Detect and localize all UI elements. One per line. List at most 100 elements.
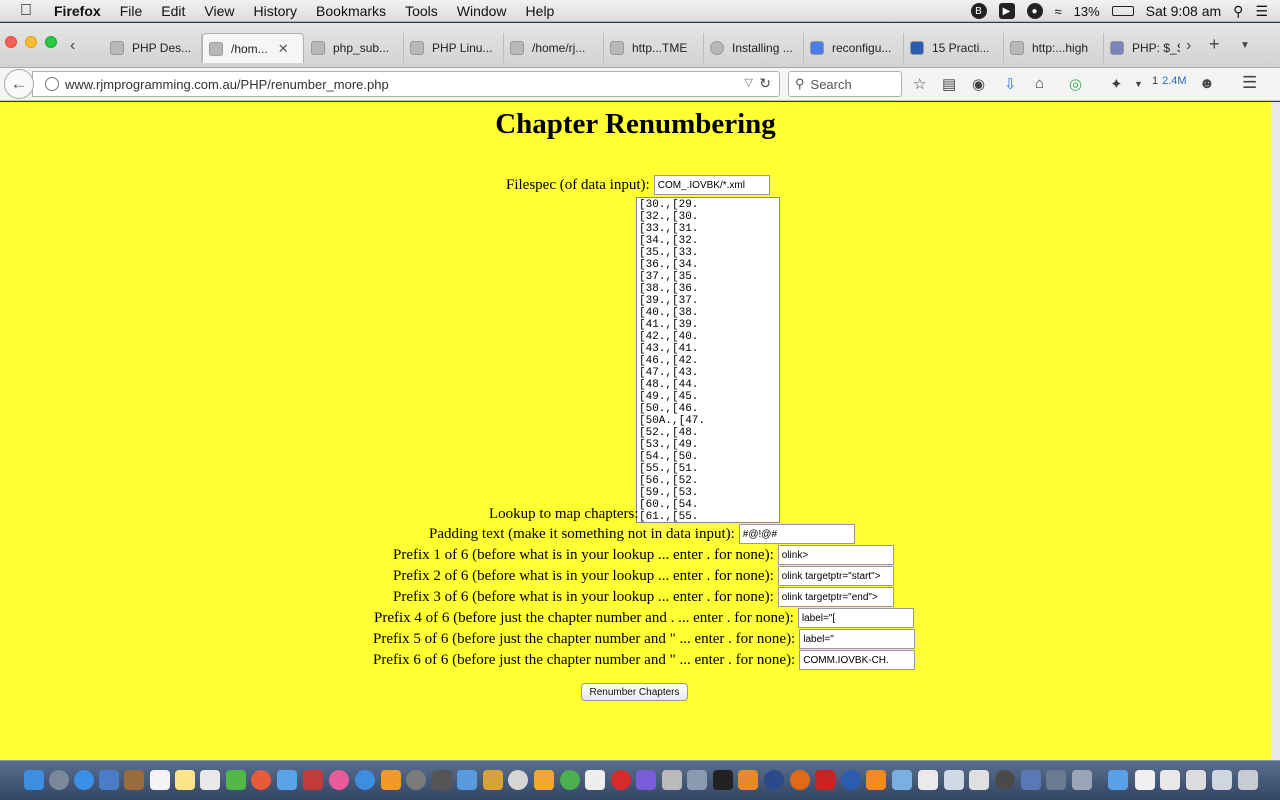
tab-9[interactable]: http:...high [1004,33,1104,63]
xcode-icon[interactable] [457,770,477,790]
home-icon[interactable]: ⌂ [1035,75,1044,92]
list-all-tabs-icon[interactable]: ▼ [1240,40,1250,51]
finder-icon[interactable] [24,770,44,790]
messages-icon[interactable] [226,770,246,790]
documents-stack-icon[interactable] [1135,770,1155,790]
screen-sharing-icon[interactable] [892,770,912,790]
tab-3[interactable]: PHP Linu... [404,33,504,63]
chat-icon[interactable]: ☻ [1199,75,1215,92]
bbedit-icon[interactable] [764,770,784,790]
extension-dropdown-icon[interactable]: ▼ [1134,79,1143,89]
lookup-textarea[interactable]: [30.,[29. [32.,[30. [33.,[31. [34.,[32. … [636,197,780,523]
opera-icon[interactable] [611,770,631,790]
addon-green-icon[interactable]: ◎ [1069,75,1082,93]
url-bar[interactable]: www.rjmprogramming.com.au/PHP/renumber_m… [32,71,780,97]
menu-app-firefox[interactable]: Firefox [54,3,101,19]
extension-icon[interactable]: ✦ [1110,75,1123,93]
vlc-alt-icon[interactable] [534,770,554,790]
minimize-window-button[interactable] [25,36,37,48]
safari-icon[interactable] [74,770,94,790]
menu-help[interactable]: Help [526,3,555,19]
utility-icon[interactable] [432,770,452,790]
terminal-icon[interactable] [713,770,733,790]
back-button[interactable]: ← [4,69,34,99]
page-scrollbar[interactable] [1271,102,1280,760]
battery-icon[interactable] [1111,6,1134,16]
prefix-2-input[interactable] [777,566,894,586]
tab-0[interactable]: PHP Des... [104,33,202,63]
notification-list-icon[interactable]: ☰ [1255,3,1268,20]
package-icon[interactable] [944,770,964,790]
download-icon[interactable]: ⇩ [1004,75,1017,93]
utility-2-icon[interactable] [508,770,528,790]
status-app-icon[interactable]: ▶ [998,3,1015,19]
tab-close-icon[interactable]: ✕ [278,41,289,57]
stack-2-icon[interactable] [1212,770,1232,790]
reload-icon[interactable]: ↻ [759,75,771,92]
menu-file[interactable]: File [120,3,143,19]
tab-6[interactable]: Installing ... [704,33,804,63]
tab-scroll-right-icon[interactable]: › [1186,37,1191,55]
filespec-input[interactable] [653,175,770,195]
calendar-icon[interactable] [150,770,170,790]
spotlight-search-icon[interactable]: ⚲ [1233,3,1243,20]
apple-menu-icon[interactable]:  [20,2,38,20]
renumber-chapters-button[interactable]: Renumber Chapters [581,683,688,701]
tab-7[interactable]: reconfigu... [804,33,904,63]
system-preferences-icon[interactable] [406,770,426,790]
filezilla-alt-icon[interactable] [483,770,503,790]
download-status[interactable]: 1 2.4M [1152,75,1187,87]
tab-8[interactable]: 15 Practi... [904,33,1004,63]
document-icon[interactable] [969,770,989,790]
zoom-window-button[interactable] [45,36,57,48]
chrome-icon[interactable] [560,770,580,790]
pocket-icon[interactable]: ◉ [972,75,985,93]
utility-5-icon[interactable] [995,770,1015,790]
tab-scroll-left-icon[interactable]: ‹ [70,37,75,55]
url-text[interactable]: www.rjmprogramming.com.au/PHP/renumber_m… [65,77,389,92]
menu-view[interactable]: View [204,3,234,19]
menu-edit[interactable]: Edit [161,3,185,19]
utility-6-icon[interactable] [1021,770,1041,790]
script-editor-icon[interactable] [662,770,682,790]
photos-icon[interactable] [251,770,271,790]
utility-3-icon[interactable] [687,770,707,790]
vlc-icon[interactable] [866,770,886,790]
clock[interactable]: Sat 9:08 am [1146,3,1222,19]
itunes-icon[interactable] [329,770,349,790]
tab-1-active[interactable]: /hom... ✕ [202,33,304,63]
search-input[interactable]: ⚲ Search [788,71,902,97]
downloads-stack-icon[interactable] [1160,770,1180,790]
app-store-icon[interactable] [355,770,375,790]
tab-2[interactable]: php_sub... [305,33,404,63]
help-icon[interactable] [918,770,938,790]
new-tab-icon[interactable]: + [1209,34,1220,55]
stack-icon[interactable] [1186,770,1206,790]
url-history-dropdown-icon[interactable]: ▽ [745,76,753,89]
prefix-1-input[interactable] [777,545,894,565]
firefox-icon[interactable] [790,770,810,790]
menu-window[interactable]: Window [457,3,507,19]
utility-7-icon[interactable] [1046,770,1066,790]
close-window-button[interactable] [5,36,17,48]
imovie-icon[interactable] [636,770,656,790]
prefix-4-input[interactable] [797,608,914,628]
status-circle-icon[interactable]: ● [1026,3,1043,19]
preview-icon[interactable] [99,770,119,790]
reminders-icon[interactable] [200,770,220,790]
notes-icon[interactable] [175,770,195,790]
prefix-6-input[interactable] [799,650,916,670]
filezilla-icon[interactable] [815,770,835,790]
site-identity-icon[interactable] [45,77,59,91]
hamburger-menu-icon[interactable]: ☰ [1242,73,1257,93]
applications-folder-icon[interactable] [1108,770,1128,790]
ibooks-icon[interactable] [381,770,401,790]
utility-4-icon[interactable] [738,770,758,790]
utility-8-icon[interactable] [1072,770,1092,790]
textedit-icon[interactable] [585,770,605,790]
status-b-icon[interactable]: B [970,3,987,19]
trash-icon[interactable] [1238,770,1258,790]
wifi-icon[interactable]: ≈ [1055,4,1062,19]
menu-bookmarks[interactable]: Bookmarks [316,3,386,19]
contacts-icon[interactable] [124,770,144,790]
